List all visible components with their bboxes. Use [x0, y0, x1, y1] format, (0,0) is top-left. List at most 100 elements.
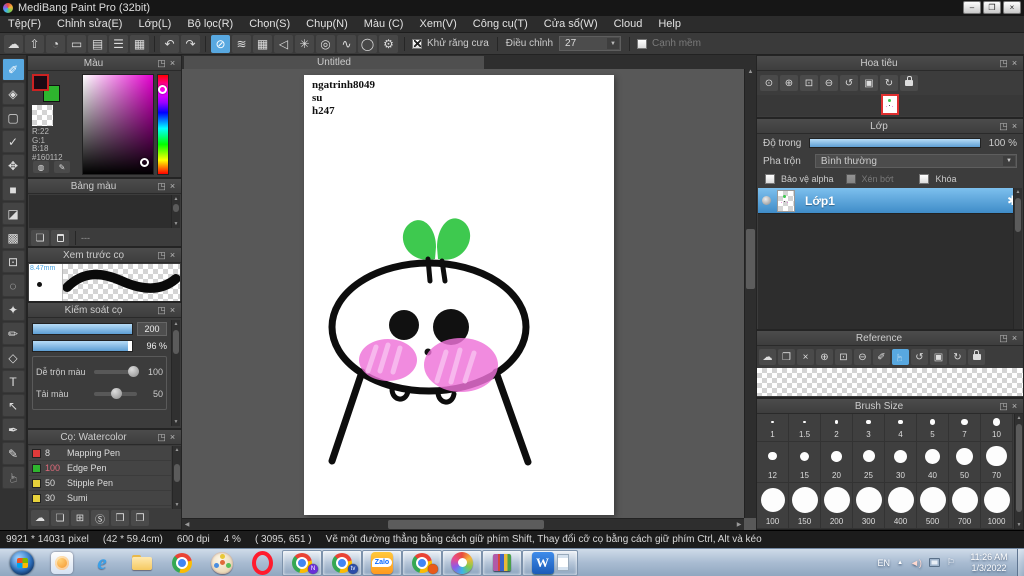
- brush-opacity-slider[interactable]: [32, 340, 133, 352]
- navigator-preview[interactable]: [757, 95, 1023, 116]
- scroll-up-icon[interactable]: ▲: [172, 195, 180, 203]
- document-icon[interactable]: ▤: [88, 35, 107, 53]
- taskbar-chrome-tv[interactable]: tv: [322, 550, 362, 576]
- snap-settings-button[interactable]: ⚙: [379, 35, 398, 53]
- brush-size-15[interactable]: 15: [789, 442, 821, 483]
- zoom-out-button[interactable]: ⊖: [820, 75, 838, 91]
- slider-track[interactable]: [94, 370, 137, 374]
- taskbar-chrome-n[interactable]: N: [282, 550, 322, 576]
- rotate-ccw-button[interactable]: ↺: [840, 75, 858, 91]
- scroll-up-icon[interactable]: ▲: [1014, 188, 1022, 196]
- taskbar-opera[interactable]: [242, 550, 282, 576]
- hand-tool[interactable]: ☞: [2, 466, 25, 489]
- eyedropper-button[interactable]: ✐: [873, 349, 890, 365]
- snap-grid-button[interactable]: ▦: [253, 35, 272, 53]
- menu-cloud[interactable]: Cloud: [606, 16, 651, 32]
- brush-size-400[interactable]: 400: [885, 483, 917, 529]
- polyline-tool[interactable]: ✓: [2, 130, 25, 153]
- menu-bo-loc[interactable]: Bộ lọc(R): [179, 16, 241, 32]
- zoom-in-button[interactable]: ⊕: [816, 349, 833, 365]
- scroll-down-icon[interactable]: ▼: [172, 418, 180, 426]
- clipping-checkbox[interactable]: [846, 174, 856, 184]
- taskbar-chrome-badged[interactable]: [402, 550, 442, 576]
- brush-size-value[interactable]: 200: [137, 322, 167, 336]
- bucket-tool[interactable]: ◪: [2, 202, 25, 225]
- brush-size-1[interactable]: 1: [757, 414, 789, 442]
- popout-icon[interactable]: ◳: [998, 58, 1009, 69]
- operation-tool[interactable]: ↖: [2, 394, 25, 417]
- separator[interactable]: [154, 36, 155, 52]
- taskbar-zalo[interactable]: Zalo: [362, 550, 402, 576]
- hidden-icons-button[interactable]: ▲: [897, 560, 903, 566]
- cloud-icon[interactable]: ☁: [4, 35, 23, 53]
- comment-icon[interactable]: ◔: [46, 35, 65, 53]
- foreground-color-swatch[interactable]: [32, 74, 49, 91]
- saturation-picker[interactable]: [82, 74, 154, 175]
- grid-icon[interactable]: ▦: [130, 35, 149, 53]
- select-tool[interactable]: ⊡: [2, 250, 25, 273]
- taskbar-medibang-app[interactable]: [442, 550, 482, 576]
- add-color-button[interactable]: ❏: [31, 230, 49, 246]
- popout-icon[interactable]: ◳: [998, 121, 1009, 132]
- brush-size-slider[interactable]: [32, 323, 133, 335]
- soft-edge-checkbox[interactable]: [637, 39, 647, 49]
- brush-size-70[interactable]: 70: [981, 442, 1013, 483]
- brush-size-2[interactable]: 2: [821, 414, 853, 442]
- brush-size-25[interactable]: 25: [853, 442, 885, 483]
- magic-wand-tool[interactable]: ✦: [2, 298, 25, 321]
- saturation-cursor[interactable]: [140, 158, 149, 167]
- undo-button[interactable]: ↶: [160, 35, 179, 53]
- antialias-checkbox[interactable]: [412, 39, 422, 49]
- minimize-button[interactable]: –: [963, 1, 981, 14]
- slider-knob[interactable]: [111, 388, 122, 399]
- adjust-dropdown[interactable]: 27 ▼: [559, 36, 621, 51]
- fit-button[interactable]: ⊡: [835, 349, 852, 365]
- cloud-open-button[interactable]: ☁: [759, 349, 776, 365]
- close-icon[interactable]: ×: [1009, 401, 1020, 411]
- layer-scrollbar[interactable]: ▲ ▼: [1013, 188, 1022, 330]
- canvas-vertical-scrollbar[interactable]: ▲: [744, 69, 756, 518]
- navigator-thumbnail[interactable]: [881, 94, 899, 115]
- brush-size-scrollbar[interactable]: ▲ ▼: [1014, 414, 1023, 529]
- brush-size-5[interactable]: 5: [917, 414, 949, 442]
- zoom-actual-button[interactable]: ⊙: [760, 75, 778, 91]
- close-icon[interactable]: ×: [167, 181, 178, 191]
- menu-chon[interactable]: Chọn(S): [241, 16, 298, 32]
- close-icon[interactable]: ×: [167, 305, 178, 315]
- snap-curve-button[interactable]: ∿: [337, 35, 356, 53]
- snap-parallel-button[interactable]: ≋: [232, 35, 251, 53]
- popout-icon[interactable]: ◳: [156, 58, 167, 69]
- delete-color-button[interactable]: [51, 230, 69, 246]
- brush-size-40[interactable]: 40: [917, 442, 949, 483]
- network-icon[interactable]: [929, 558, 940, 567]
- brush-folder-button[interactable]: ❒: [111, 510, 129, 526]
- scroll-down-icon[interactable]: ▼: [173, 501, 181, 509]
- brush-size-50[interactable]: 50: [949, 442, 981, 483]
- new-brush-button[interactable]: ❏: [51, 510, 69, 526]
- eraser-tool[interactable]: ◈: [2, 82, 25, 105]
- snap-concentric-button[interactable]: ◎: [316, 35, 335, 53]
- slider-track[interactable]: [94, 392, 137, 396]
- close-icon[interactable]: ×: [1009, 58, 1020, 68]
- scroll-up-icon[interactable]: ▲: [748, 69, 754, 75]
- transparent-color-swatch[interactable]: [32, 105, 53, 126]
- eyedropper-tool[interactable]: ✎: [2, 442, 25, 465]
- separator[interactable]: [205, 36, 206, 52]
- popout-icon[interactable]: ◳: [998, 333, 1009, 344]
- snap-vanishing-button[interactable]: ◁: [274, 35, 293, 53]
- redo-button[interactable]: ↷: [181, 35, 200, 53]
- close-image-button[interactable]: ×: [797, 349, 814, 365]
- document-tab[interactable]: Untitled: [184, 56, 484, 69]
- taskbar-winrar[interactable]: [482, 550, 522, 576]
- canvas-horizontal-scrollbar[interactable]: ◀ ▶: [182, 518, 744, 530]
- script-brush-button[interactable]: Ⓢ: [91, 510, 109, 526]
- select-eraser-tool[interactable]: ◇: [2, 346, 25, 369]
- menu-lop[interactable]: Lớp(L): [130, 16, 179, 32]
- gradient-tool[interactable]: ▩: [2, 226, 25, 249]
- menu-help[interactable]: Help: [650, 16, 689, 32]
- zoom-in-button[interactable]: ⊕: [780, 75, 798, 91]
- color-mode-button[interactable]: ✎: [54, 161, 70, 173]
- scroll-down-icon[interactable]: ▼: [1015, 521, 1023, 529]
- brush-row[interactable]: 8 Mapping Pen: [29, 446, 171, 461]
- menu-xem[interactable]: Xem(V): [411, 16, 464, 32]
